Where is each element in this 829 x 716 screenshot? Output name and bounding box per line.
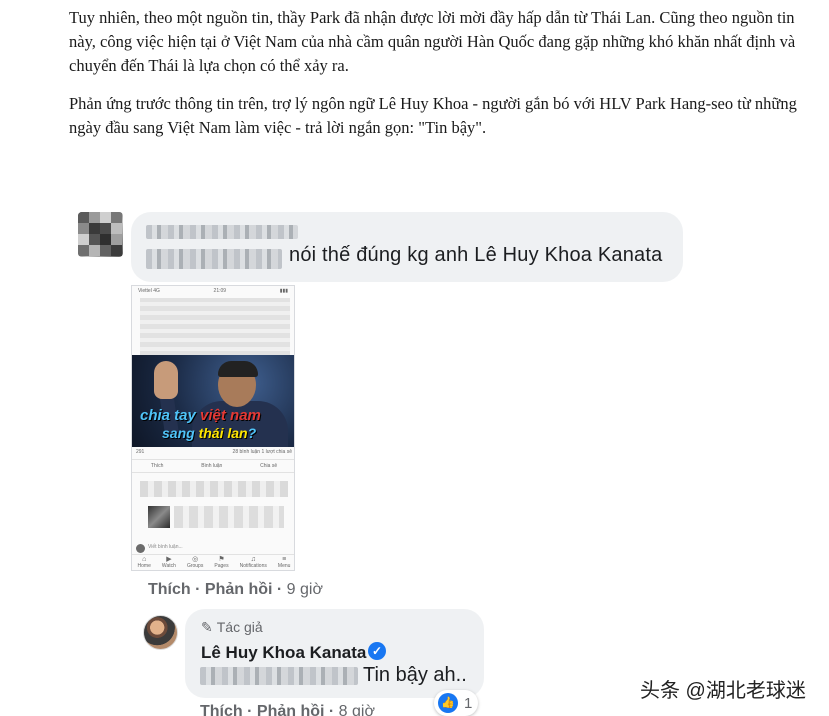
thumbs-up-icon: 👍 xyxy=(438,693,458,713)
author-badge: ✎ Tác giả xyxy=(201,619,263,636)
reaction-count: 291 xyxy=(136,449,145,455)
reply-text: Tin bậy ah.. xyxy=(363,664,467,686)
phone-user-avatar xyxy=(136,544,145,553)
comment-share-count: 28 bình luận 1 lượt chia sẻ xyxy=(232,449,292,455)
attached-screenshot[interactable]: Viettel 4G 21:09 ▮▮▮ chia tay việt nam s… xyxy=(131,285,295,571)
reply-reply-link[interactable]: Phản hồi xyxy=(257,703,325,716)
photo-caption-line1: chia tay việt nam xyxy=(140,407,261,424)
commenter-avatar-blurred[interactable] xyxy=(78,212,123,257)
article-text: Tuy nhiên, theo một nguồn tin, thầy Park… xyxy=(69,6,824,154)
post-reaction-summary: 291 28 bình luận 1 lượt chia sẻ xyxy=(136,449,292,455)
source-watermark: 头条 @湖北老球迷 xyxy=(640,680,806,702)
article-paragraph-2: Phản ứng trước thông tin trên, trợ lý ng… xyxy=(69,94,797,137)
comment-text: nói thế đúng kg anh Lê Huy Khoa Kanata xyxy=(289,244,663,266)
coach-hair-shape xyxy=(218,361,258,377)
reply-reaction-count[interactable]: 👍 1 xyxy=(434,690,479,716)
reply-meta: Thích · Phản hồi · 8 giờ xyxy=(200,703,375,716)
phone-nav-watch: ▶ Watch xyxy=(161,556,176,569)
battery-icon: ▮▮▮ xyxy=(279,288,288,294)
phone-write-comment: Viết bình luận... xyxy=(136,544,292,553)
phone-nav-pages: ⚑ Pages xyxy=(214,556,229,569)
post-action-bar: Thích Bình luận Chia sẻ xyxy=(132,459,294,473)
reply-author-name[interactable]: Lê Huy Khoa Kanata xyxy=(201,643,366,663)
reply-time[interactable]: 8 giờ xyxy=(339,703,375,716)
verified-badge-icon: ✓ xyxy=(368,642,386,660)
blurred-phone-avatar xyxy=(148,506,170,528)
phone-nav-notifications: ♫ Notifications xyxy=(239,556,267,569)
phone-nav-menu: ≡ Menu xyxy=(277,556,291,569)
post-photo: chia tay việt nam sang thái lan? xyxy=(132,355,294,447)
phone-bottom-nav: ⌂ Home ▶ Watch ◎ Groups ⚑ Pages ♫ Notificatio… xyxy=(132,554,294,570)
comment1-reply-link[interactable]: Phản hồi xyxy=(205,581,273,598)
photo-caption-line2: sang thái lan? xyxy=(162,425,257,441)
author-avatar[interactable] xyxy=(143,615,178,650)
blurred-commenter-name xyxy=(146,225,298,239)
reply-like-link[interactable]: Thích xyxy=(200,703,243,716)
blurred-phone-comment xyxy=(140,481,288,497)
article-paragraph-1: Tuy nhiên, theo một nguồn tin, thầy Park… xyxy=(69,8,796,75)
phone-like-action: Thích xyxy=(150,463,164,469)
blurred-reply-mention xyxy=(200,667,358,685)
comment1-meta: Thích · Phản hồi · 9 giờ xyxy=(148,581,323,598)
phone-nav-home: ⌂ Home xyxy=(137,556,151,569)
phone-carrier: Viettel 4G xyxy=(138,288,160,294)
blurred-phone-comment-2 xyxy=(174,506,284,528)
phone-nav-groups: ◎ Groups xyxy=(186,556,204,569)
blurred-mention xyxy=(146,249,282,269)
blurred-post-header xyxy=(140,298,290,356)
phone-comment-action: Bình luận xyxy=(201,463,223,469)
comment1-like-link[interactable]: Thích xyxy=(148,581,191,598)
reply-like-count: 1 xyxy=(464,694,473,712)
phone-time: 21:09 xyxy=(213,288,227,294)
comment1-time[interactable]: 9 giờ xyxy=(287,581,323,598)
phone-status-bar: Viettel 4G 21:09 ▮▮▮ xyxy=(132,286,294,296)
phone-share-action: Chia sẻ xyxy=(260,463,278,469)
pencil-icon: ✎ xyxy=(201,619,213,635)
waving-hand-shape xyxy=(154,361,178,399)
author-badge-label: Tác giả xyxy=(216,619,263,635)
